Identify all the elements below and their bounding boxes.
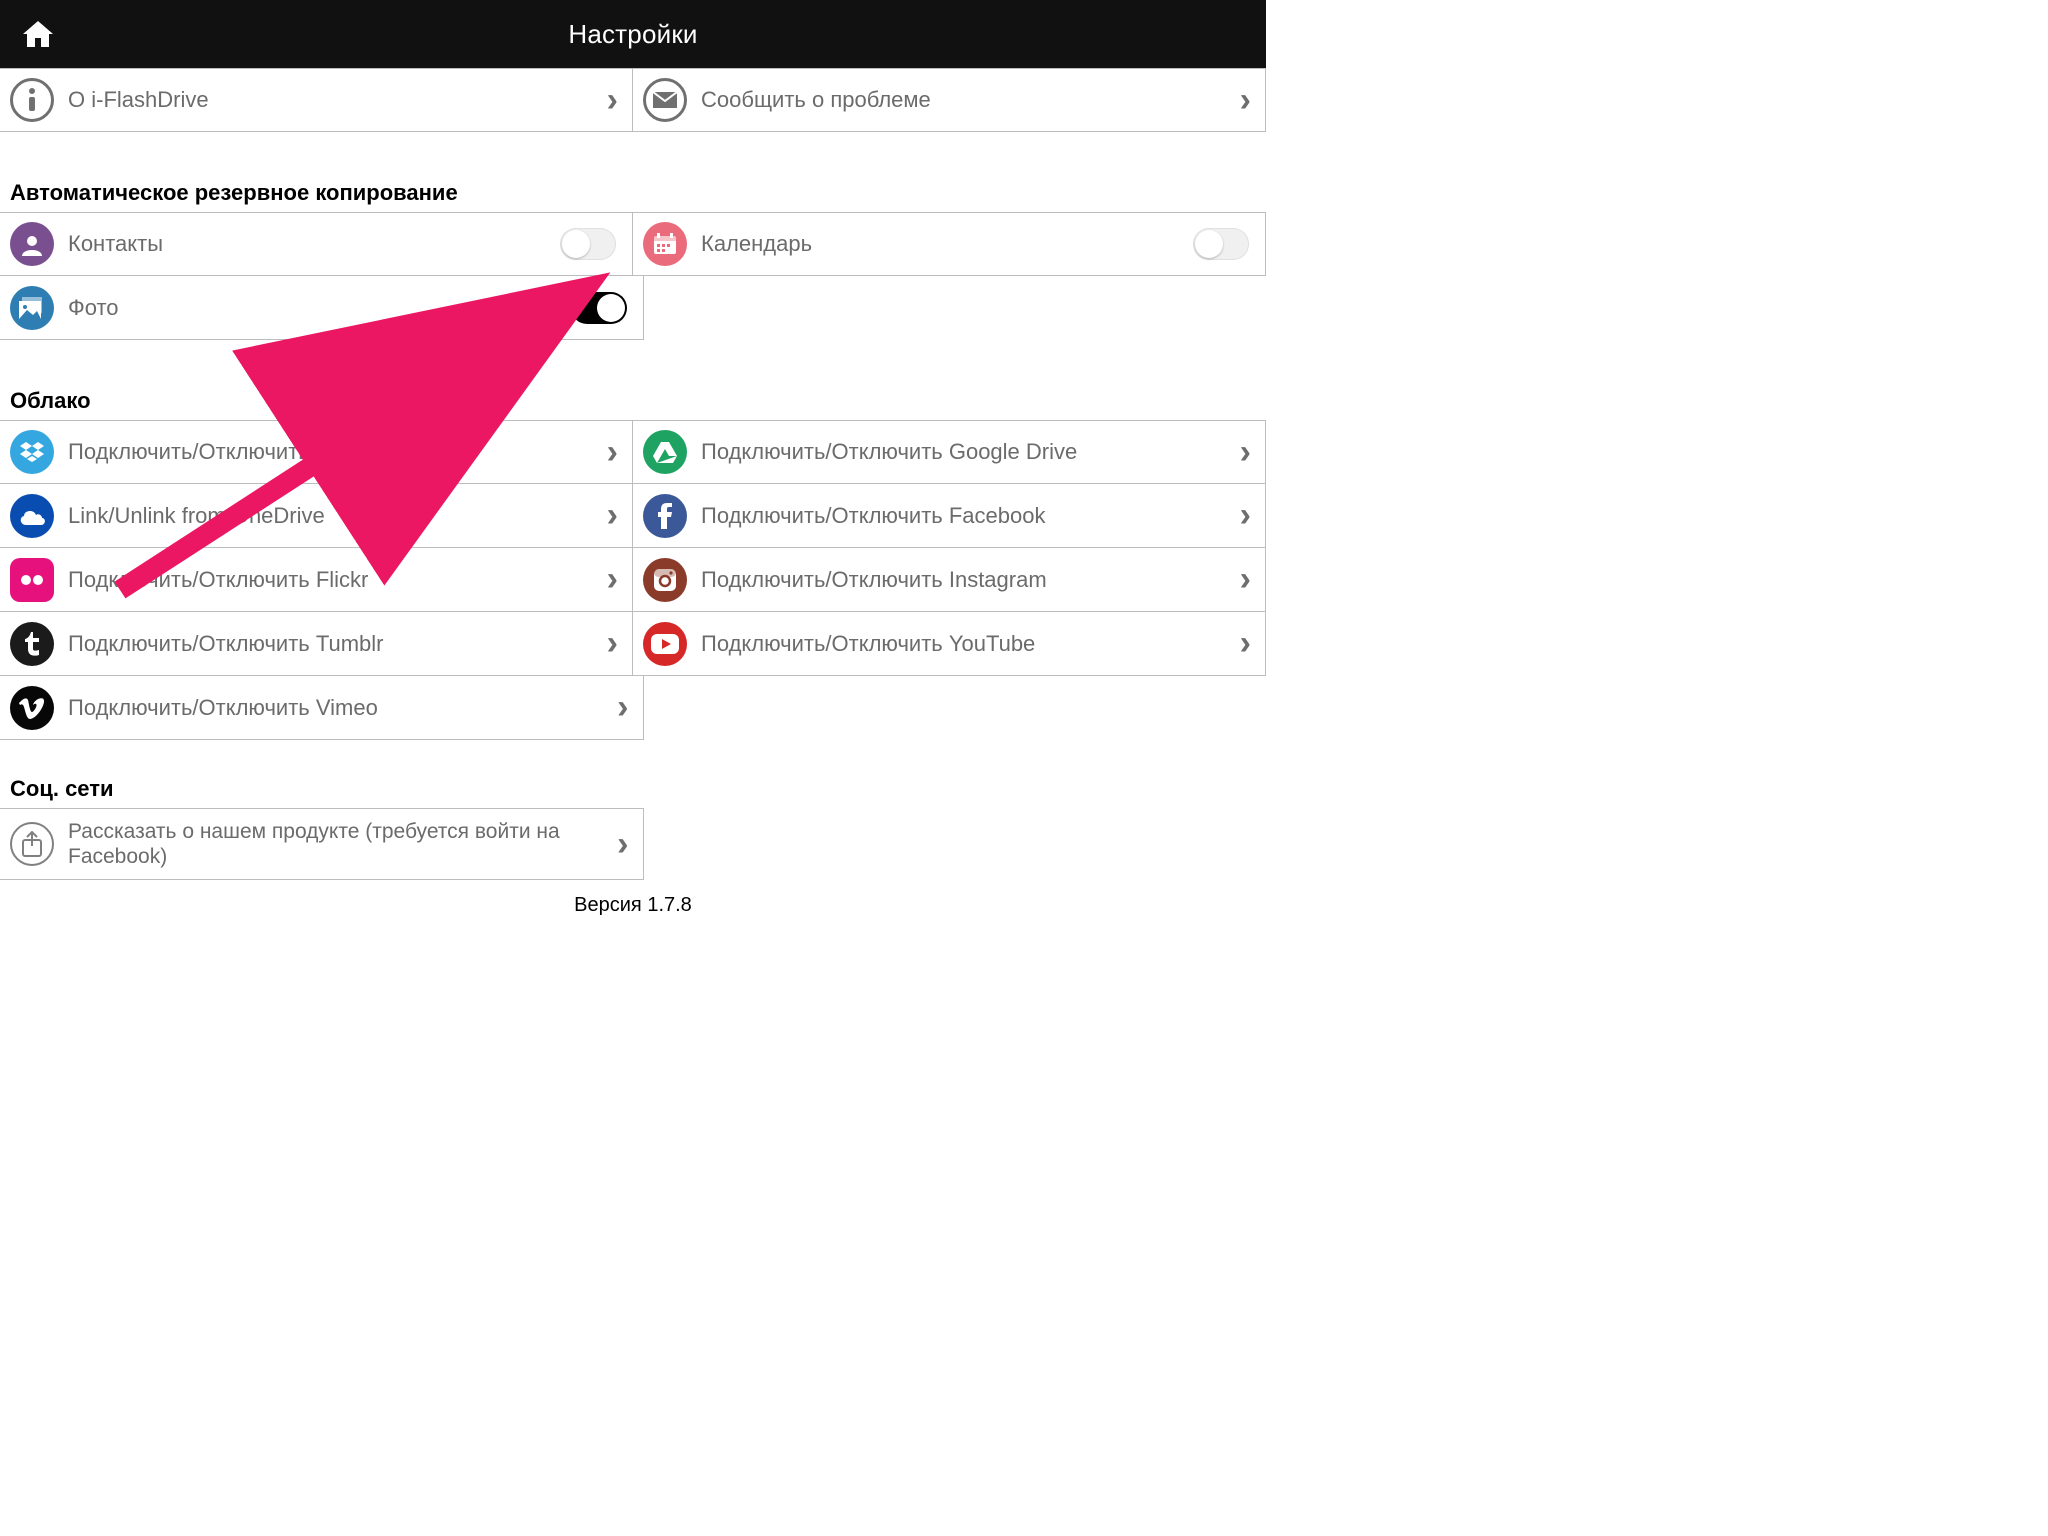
home-icon bbox=[21, 19, 55, 49]
chevron-right-icon: › bbox=[1240, 496, 1255, 535]
chevron-right-icon: › bbox=[1240, 81, 1255, 120]
chevron-right-icon: › bbox=[617, 825, 632, 864]
chevron-right-icon: › bbox=[1240, 624, 1255, 663]
youtube-icon bbox=[643, 622, 687, 666]
page-title: Настройки bbox=[0, 19, 1266, 50]
share-label: Рассказать о нашем продукте (требуется в… bbox=[68, 819, 617, 869]
chevron-right-icon: › bbox=[607, 624, 622, 663]
gdrive-label: Подключить/Отключить Google Drive bbox=[701, 439, 1240, 465]
gdrive-row[interactable]: Подключить/Отключить Google Drive › bbox=[633, 420, 1266, 484]
home-button[interactable] bbox=[18, 14, 58, 54]
chevron-right-icon: › bbox=[1240, 560, 1255, 599]
version-label: Версия 1.7.8 bbox=[0, 880, 1266, 931]
dropbox-label: Подключить/Отключить Dropbox bbox=[68, 439, 607, 465]
chevron-right-icon: › bbox=[607, 496, 622, 535]
instagram-icon bbox=[643, 558, 687, 602]
onedrive-icon bbox=[10, 494, 54, 538]
contacts-icon bbox=[10, 222, 54, 266]
about-label: О i-FlashDrive bbox=[68, 87, 607, 113]
facebook-row[interactable]: Подключить/Отключить Facebook › bbox=[633, 484, 1266, 548]
mail-icon bbox=[643, 78, 687, 122]
calendar-icon bbox=[643, 222, 687, 266]
chevron-right-icon: › bbox=[607, 560, 622, 599]
flickr-label: Подключить/Отключить Flickr bbox=[68, 567, 607, 593]
flickr-icon bbox=[10, 558, 54, 602]
section-social-title: Соц. сети bbox=[0, 768, 1266, 808]
youtube-label: Подключить/Отключить YouTube bbox=[701, 631, 1240, 657]
dropbox-icon bbox=[10, 430, 54, 474]
flickr-row[interactable]: Подключить/Отключить Flickr › bbox=[0, 548, 633, 612]
contacts-toggle[interactable] bbox=[560, 228, 616, 260]
chevron-right-icon: › bbox=[607, 81, 622, 120]
tumblr-row[interactable]: Подключить/Отключить Tumblr › bbox=[0, 612, 633, 676]
tumblr-label: Подключить/Отключить Tumblr bbox=[68, 631, 607, 657]
tumblr-icon bbox=[10, 622, 54, 666]
youtube-row[interactable]: Подключить/Отключить YouTube › bbox=[633, 612, 1266, 676]
contacts-label: Контакты bbox=[68, 231, 560, 257]
share-row[interactable]: Рассказать о нашем продукте (требуется в… bbox=[0, 808, 644, 880]
section-backup-title: Автоматическое резервное копирование bbox=[0, 172, 1266, 212]
calendar-row: Календарь bbox=[633, 212, 1266, 276]
calendar-label: Календарь bbox=[701, 231, 1193, 257]
facebook-label: Подключить/Отключить Facebook bbox=[701, 503, 1240, 529]
chevron-right-icon: › bbox=[617, 688, 632, 727]
calendar-toggle[interactable] bbox=[1193, 228, 1249, 260]
photo-label: Фото bbox=[68, 295, 571, 321]
about-row[interactable]: О i-FlashDrive › bbox=[0, 68, 633, 132]
info-icon bbox=[10, 78, 54, 122]
dropbox-row[interactable]: Подключить/Отключить Dropbox › bbox=[0, 420, 633, 484]
photo-row: Фото bbox=[0, 276, 644, 340]
instagram-row[interactable]: Подключить/Отключить Instagram › bbox=[633, 548, 1266, 612]
vimeo-icon bbox=[10, 686, 54, 730]
onedrive-label: Link/Unlink from OneDrive bbox=[68, 503, 607, 529]
photo-icon bbox=[10, 286, 54, 330]
instagram-label: Подключить/Отключить Instagram bbox=[701, 567, 1240, 593]
gdrive-icon bbox=[643, 430, 687, 474]
header-bar: Настройки bbox=[0, 0, 1266, 68]
chevron-right-icon: › bbox=[607, 433, 622, 472]
vimeo-row[interactable]: Подключить/Отключить Vimeo › bbox=[0, 676, 644, 740]
chevron-right-icon: › bbox=[1240, 433, 1255, 472]
report-label: Сообщить о проблеме bbox=[701, 87, 1240, 113]
share-icon bbox=[10, 822, 54, 866]
contacts-row: Контакты bbox=[0, 212, 633, 276]
onedrive-row[interactable]: Link/Unlink from OneDrive › bbox=[0, 484, 633, 548]
vimeo-label: Подключить/Отключить Vimeo bbox=[68, 695, 617, 721]
section-cloud-title: Облако bbox=[0, 380, 1266, 420]
report-row[interactable]: Сообщить о проблеме › bbox=[633, 68, 1266, 132]
facebook-icon bbox=[643, 494, 687, 538]
photo-toggle[interactable] bbox=[571, 292, 627, 324]
